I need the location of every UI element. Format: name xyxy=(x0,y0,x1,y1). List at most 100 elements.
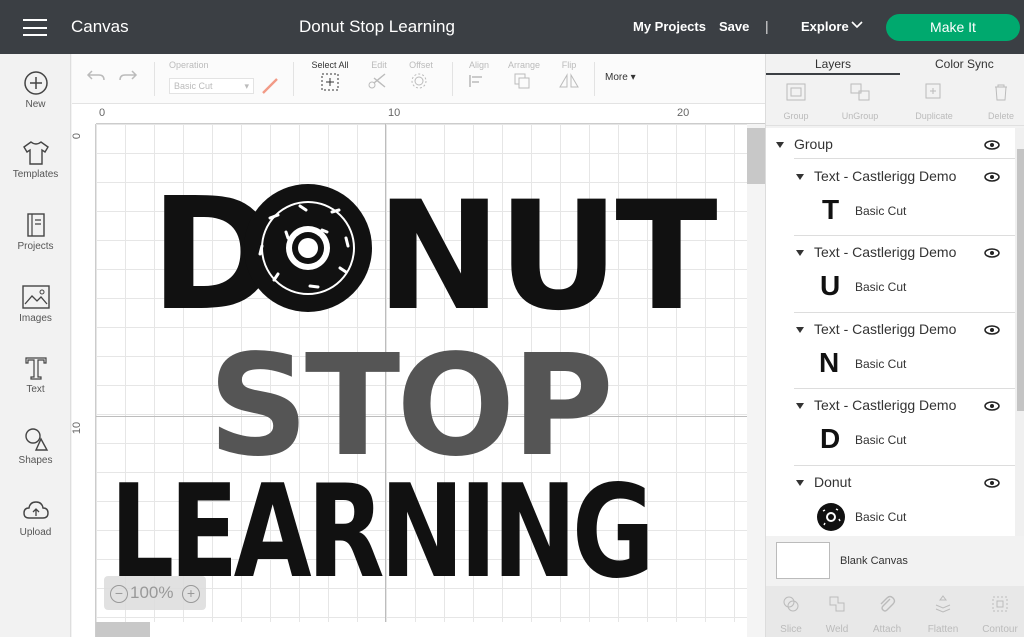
flip-icon xyxy=(559,73,579,88)
tool-label: Attach xyxy=(872,624,902,635)
delete-button[interactable]: Delete xyxy=(971,82,1024,121)
duplicate-button[interactable]: Duplicate xyxy=(904,82,964,121)
tab-layers[interactable]: Layers xyxy=(815,57,851,71)
layer-group-label[interactable]: Group xyxy=(794,136,833,152)
explore-menu[interactable]: Explore xyxy=(801,19,849,34)
tool-label: UnGroup xyxy=(841,111,879,121)
arrange-label: Arrange xyxy=(507,60,541,70)
zoom-control: − 100% + xyxy=(104,576,206,610)
tab-color-sync[interactable]: Color Sync xyxy=(935,57,994,71)
edit-group[interactable]: Edit xyxy=(364,60,394,95)
collapse-caret-icon[interactable] xyxy=(796,327,804,333)
sidebar-label: Projects xyxy=(17,241,54,252)
operation-select[interactable]: Basic Cut ▾ xyxy=(169,78,254,94)
horizontal-scroll-thumb[interactable] xyxy=(96,622,150,637)
left-sidebar: New Templates Projects Images Text Shape… xyxy=(0,54,71,637)
sidebar-label: Text xyxy=(26,384,45,395)
group-button[interactable]: Group xyxy=(766,82,826,121)
word-nut[interactable]: NUT xyxy=(376,170,721,344)
zoom-level: 100% xyxy=(130,583,174,602)
blank-canvas-swatch[interactable] xyxy=(776,542,830,579)
sidebar-item-text[interactable]: Text xyxy=(0,355,71,395)
layer-name[interactable]: Text - Castlerigg Demo xyxy=(814,244,956,260)
collapse-caret-icon[interactable] xyxy=(776,142,784,148)
eye-icon[interactable] xyxy=(984,401,1000,411)
collapse-caret-icon[interactable] xyxy=(796,250,804,256)
layers-list: Group Text - Castlerigg Demo T Basic Cut… xyxy=(766,128,1015,536)
donut-graphic[interactable] xyxy=(244,184,372,312)
sidebar-item-templates[interactable]: Templates xyxy=(0,140,71,180)
top-header: Canvas Donut Stop Learning My Projects S… xyxy=(0,0,1024,54)
weld-button[interactable]: Weld xyxy=(812,594,862,635)
offset-group[interactable]: Offset xyxy=(404,60,438,95)
panel-tabs: Layers Color Sync xyxy=(766,54,1024,75)
ruler-tick: 20 xyxy=(677,107,690,119)
sidebar-item-upload[interactable]: Upload xyxy=(0,498,71,538)
layer-name[interactable]: Text - Castlerigg Demo xyxy=(814,397,956,413)
contour-button[interactable]: Contour xyxy=(975,594,1024,635)
menu-icon[interactable] xyxy=(23,19,47,36)
cloud-upload-icon xyxy=(22,501,49,519)
slice-button[interactable]: Slice xyxy=(766,594,816,635)
ruler-tick: 0 xyxy=(99,107,106,119)
sidebar-item-shapes[interactable]: Shapes xyxy=(0,426,71,466)
flatten-button[interactable]: Flatten xyxy=(918,594,968,635)
chevron-down-icon[interactable] xyxy=(851,18,863,30)
layer-thumbnail: N xyxy=(819,347,840,378)
redo-icon[interactable] xyxy=(118,68,138,84)
arrange-group[interactable]: Arrange xyxy=(506,60,542,95)
pen-color-icon[interactable] xyxy=(260,76,280,96)
ungroup-button[interactable]: UnGroup xyxy=(830,82,890,121)
more-button[interactable]: More ▾ xyxy=(605,72,636,83)
my-projects-link[interactable]: My Projects xyxy=(633,19,706,34)
eye-icon[interactable] xyxy=(984,478,1000,488)
tool-label: Group xyxy=(783,111,809,121)
zoom-out-button[interactable]: − xyxy=(110,585,128,603)
attach-button[interactable]: Attach xyxy=(862,594,912,635)
app-name: Canvas xyxy=(71,17,129,36)
collapse-caret-icon[interactable] xyxy=(796,480,804,486)
cut-type: Basic Cut xyxy=(855,280,907,294)
project-title[interactable]: Donut Stop Learning xyxy=(299,17,455,37)
layer-name[interactable]: Donut xyxy=(814,474,851,490)
sidebar-item-new[interactable]: New xyxy=(0,70,71,110)
eye-icon[interactable] xyxy=(984,172,1000,182)
undo-icon[interactable] xyxy=(86,68,106,84)
ruler-tick: 0 xyxy=(72,132,84,140)
offset-label: Offset xyxy=(409,60,433,70)
vertical-scrollbar[interactable] xyxy=(747,124,765,637)
text-icon xyxy=(24,357,47,380)
vertical-scroll-thumb[interactable] xyxy=(747,128,765,184)
active-tab-indicator xyxy=(766,73,900,75)
sidebar-item-projects[interactable]: Projects xyxy=(0,212,71,252)
layer-name[interactable]: Text - Castlerigg Demo xyxy=(814,321,956,337)
toolbar-divider xyxy=(452,62,453,96)
operation-label: Operation xyxy=(169,60,209,70)
make-it-button[interactable]: Make It xyxy=(886,14,1020,41)
save-button[interactable]: Save xyxy=(719,19,749,34)
eye-icon[interactable] xyxy=(984,325,1000,335)
toolbar-divider xyxy=(154,62,155,96)
layer-name[interactable]: Text - Castlerigg Demo xyxy=(814,168,956,184)
zoom-in-button[interactable]: + xyxy=(182,585,200,603)
layer-thumbnail: D xyxy=(820,423,841,454)
layer-divider xyxy=(794,465,1015,466)
plus-circle-icon xyxy=(23,71,48,95)
select-all-icon xyxy=(321,73,339,91)
select-all-group[interactable]: Select All xyxy=(308,60,352,97)
sidebar-item-images[interactable]: Images xyxy=(0,284,71,324)
collapse-caret-icon[interactable] xyxy=(796,403,804,409)
image-icon xyxy=(21,285,50,309)
tool-label: Duplicate xyxy=(915,111,953,121)
flip-group[interactable]: Flip xyxy=(554,60,584,95)
trash-icon xyxy=(995,84,1007,101)
collapse-caret-icon[interactable] xyxy=(796,174,804,180)
align-group[interactable]: Align xyxy=(464,60,494,95)
blank-canvas-row[interactable]: Blank Canvas xyxy=(766,536,1024,586)
layers-scroll-thumb[interactable] xyxy=(1017,149,1024,411)
eye-icon[interactable] xyxy=(984,140,1000,150)
eye-icon[interactable] xyxy=(984,248,1000,258)
dropdown-caret-icon: ▾ xyxy=(244,81,249,91)
operation-group: Operation xyxy=(169,60,209,70)
caret-down-icon: ▾ xyxy=(630,72,636,83)
